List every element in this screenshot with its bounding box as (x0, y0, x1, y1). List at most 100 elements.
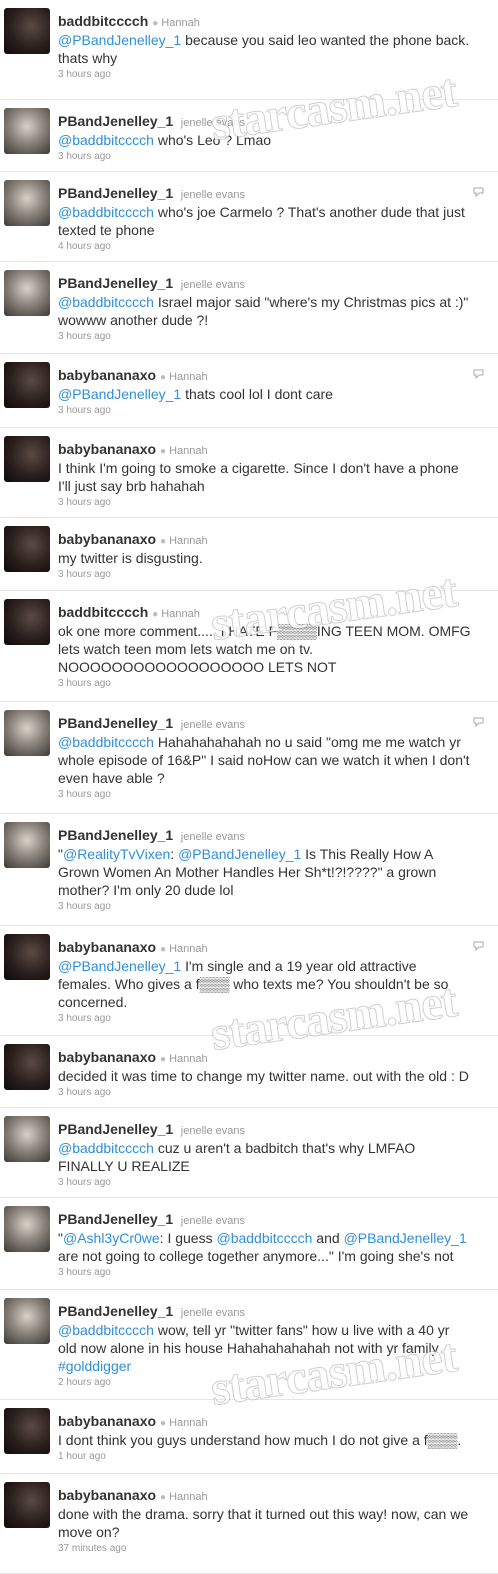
tweet-text: I'm single and a 19 year old attractive (181, 958, 416, 974)
username-link[interactable]: babybananaxo (58, 531, 156, 547)
tweet-text-line: @baddbitcccch Hahahahahahah no u said "o… (58, 733, 498, 751)
tweet-text-line: NOOOOOOOOOOOOOOOOOO LETS NOT (58, 658, 498, 676)
mention-link[interactable]: @PBandJenelley_1 (58, 386, 181, 402)
reply-icon[interactable] (473, 187, 484, 197)
reply-icon[interactable] (473, 941, 484, 951)
text-fragment: even have able ? (58, 770, 165, 786)
tweet-text: #golddigger (58, 1358, 131, 1374)
avatar[interactable] (4, 1298, 50, 1344)
display-name: Hannah (169, 535, 208, 547)
timestamp-link[interactable]: 3 hours ago (58, 497, 111, 509)
reply-icon[interactable] (473, 369, 484, 379)
username-link[interactable]: PBandJenelley_1 (58, 1211, 173, 1227)
timestamp-link[interactable]: 3 hours ago (58, 405, 111, 417)
timestamp-link[interactable]: 3 hours ago (58, 1177, 111, 1189)
avatar[interactable] (4, 1482, 50, 1528)
tweet-text-line: FINALLY U REALIZE (58, 1157, 498, 1175)
text-fragment: FINALLY U REALIZE (58, 1158, 190, 1174)
avatar[interactable] (4, 362, 50, 408)
tweet-text-line: "@RealityTvVixen: @PBandJenelley_1 Is Th… (58, 845, 498, 863)
timestamp-link[interactable]: 3 hours ago (58, 1087, 111, 1099)
username-link[interactable]: PBandJenelley_1 (58, 715, 173, 731)
tweet-header: baddbitcccch ● Hannah (58, 604, 200, 623)
timestamp-link[interactable]: 3 hours ago (58, 151, 111, 163)
avatar[interactable] (4, 822, 50, 868)
timestamp-link[interactable]: 3 hours ago (58, 569, 111, 581)
tweet-text: Hahahahahahah no u said "omg me me watch… (154, 734, 461, 750)
tweet-header: babybananaxo ● Hannah (58, 531, 208, 550)
mention-link[interactable]: @baddbitcccch (216, 1230, 312, 1246)
avatar[interactable] (4, 180, 50, 226)
username-link[interactable]: baddbitcccch (58, 13, 148, 29)
display-name: Hannah (169, 371, 208, 383)
avatar[interactable] (4, 1116, 50, 1162)
timestamp-link[interactable]: 3 hours ago (58, 1013, 111, 1025)
tweet-text-line: even have able ? (58, 769, 498, 787)
tweet-text: I'll just say brb hahahah (58, 478, 205, 494)
mention-link[interactable]: @baddbitcccch (58, 1140, 154, 1156)
avatar[interactable] (4, 108, 50, 154)
username-link[interactable]: babybananaxo (58, 1049, 156, 1065)
tweet-text-line: "@Ashl3yCr0we: I guess @baddbitcccch and… (58, 1229, 498, 1247)
mention-link[interactable]: @PBandJenelley_1 (58, 32, 181, 48)
username-link[interactable]: babybananaxo (58, 441, 156, 457)
username-link[interactable]: babybananaxo (58, 939, 156, 955)
avatar[interactable] (4, 934, 50, 980)
mention-link[interactable]: @baddbitcccch (58, 734, 154, 750)
tweet-item: PBandJenelley_1 jenelle evans @baddbitccc… (0, 262, 498, 354)
timestamp-link[interactable]: 1 hour ago (58, 1451, 106, 1463)
mention-link[interactable]: @PBandJenelley_1 (58, 958, 181, 974)
timestamp-link[interactable]: 3 hours ago (58, 901, 111, 913)
username-link[interactable]: baddbitcccch (58, 604, 148, 620)
mention-link[interactable]: @Ashl3yCr0we (63, 1230, 160, 1246)
text-fragment: texted te phone (58, 222, 155, 238)
timestamp-link[interactable]: 3 hours ago (58, 1267, 111, 1279)
avatar[interactable] (4, 1408, 50, 1454)
mention-link[interactable]: @baddbitcccch (58, 132, 154, 148)
tweet-text-line: @PBandJenelley_1 thats cool lol I dont c… (58, 385, 498, 403)
tweet-text: done with the drama. sorry that it turne… (58, 1506, 468, 1522)
username-link[interactable]: PBandJenelley_1 (58, 1121, 173, 1137)
mention-link[interactable]: @baddbitcccch (58, 1322, 154, 1338)
username-link[interactable]: PBandJenelley_1 (58, 113, 173, 129)
avatar[interactable] (4, 436, 50, 482)
username-link[interactable]: PBandJenelley_1 (58, 185, 173, 201)
avatar[interactable] (4, 270, 50, 316)
username-link[interactable]: PBandJenelley_1 (58, 1303, 173, 1319)
username-link[interactable]: babybananaxo (58, 1413, 156, 1429)
reply-icon[interactable] (473, 717, 484, 727)
mention-link[interactable]: @PBandJenelley_1 (178, 846, 301, 862)
mention-link[interactable]: @baddbitcccch (58, 204, 154, 220)
tweet-item: babybananaxo ● Hannah I think I'm going to … (0, 428, 498, 518)
avatar[interactable] (4, 599, 50, 645)
mention-link[interactable]: @PBandJenelley_1 (344, 1230, 467, 1246)
timestamp-link[interactable]: 3 hours ago (58, 789, 111, 801)
avatar[interactable] (4, 1206, 50, 1252)
timestamp-link[interactable]: 3 hours ago (58, 331, 111, 343)
display-name: Hannah (169, 943, 208, 955)
avatar[interactable] (4, 1044, 50, 1090)
display-name: Hannah (161, 17, 200, 29)
text-fragment: thats cool lol I dont care (181, 386, 333, 402)
avatar[interactable] (4, 526, 50, 572)
mention-link[interactable]: @RealityTvVixen (63, 846, 170, 862)
avatar[interactable] (4, 710, 50, 756)
timestamp-link[interactable]: 2 hours ago (58, 1377, 111, 1389)
tweet-text-line: I'll just say brb hahahah (58, 477, 498, 495)
tweet-text: are not going to college together anymor… (58, 1248, 454, 1264)
avatar[interactable] (4, 8, 50, 54)
mention-link[interactable]: @baddbitcccch (58, 294, 154, 310)
mention-link[interactable]: #golddigger (58, 1358, 131, 1374)
username-link[interactable]: babybananaxo (58, 367, 156, 383)
timestamp-link[interactable]: 4 hours ago (58, 241, 111, 253)
username-link[interactable]: PBandJenelley_1 (58, 827, 173, 843)
username-link[interactable]: PBandJenelley_1 (58, 275, 173, 291)
text-fragment: Hahahahahahah no u said "omg me me watch… (153, 734, 461, 750)
tweet-text: decided it was time to change my twitter… (58, 1068, 469, 1084)
username-link[interactable]: babybananaxo (58, 1487, 156, 1503)
timestamp-link[interactable]: 3 hours ago (58, 69, 111, 81)
timestamp-link[interactable]: 3 hours ago (58, 678, 111, 690)
timestamp-link[interactable]: 37 minutes ago (58, 1543, 126, 1555)
